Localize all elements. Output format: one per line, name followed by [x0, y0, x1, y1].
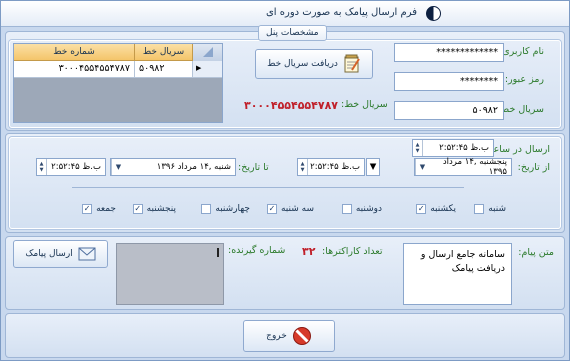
day-label-tuesday: سه شنبه: [280, 204, 314, 214]
envelope-icon: [78, 247, 96, 261]
to-time-spinner[interactable]: ▲ ▼: [37, 159, 47, 175]
send-time-value: ب.ظ ۲:۵۲:۴۵: [439, 143, 489, 153]
day-label-thursday: پنجشنبه: [146, 204, 176, 214]
from-date-dropdown[interactable]: ▼: [415, 159, 429, 175]
to-date-value: شنبه ,۱۴ مرداد ۱۳۹۶: [156, 162, 231, 172]
panel-settings-caption: مشخصات پنل: [258, 25, 327, 41]
serial-label: سریال خط:: [341, 99, 388, 110]
to-time-value: ب.ظ ۲:۵۲:۴۵: [51, 162, 101, 172]
grid-corner: [192, 44, 222, 61]
main-window: فرم ارسال پیامک به صورت دوره ای مشخصات پ…: [0, 0, 570, 361]
from-time-value: ب.ظ ۲:۵۲:۴۵: [310, 162, 360, 172]
grid-header: سریال خط شماره خط: [14, 44, 222, 61]
send-sms-label: ارسال پیامک: [25, 249, 73, 259]
row-line-number-cell[interactable]: ۳۰۰۰۴۵۵۴۵۵۴۷۸۷: [14, 61, 134, 77]
from-time-picker[interactable]: ▲ ▼ ب.ظ ۲:۵۲:۴۵: [297, 158, 365, 176]
checkbox-friday[interactable]: ✓: [82, 204, 93, 214]
to-time-picker[interactable]: ▲ ▼ ب.ظ ۲:۵۲:۴۵: [36, 158, 106, 176]
from-calendar-icon[interactable]: ▼: [366, 158, 380, 176]
from-date-label: از تاریخ:: [517, 162, 550, 173]
message-text-label: متن پیام:: [518, 247, 554, 258]
day-label-friday: جمعه: [96, 204, 116, 214]
char-count-value: ۳۲: [302, 245, 316, 258]
checkbox-tuesday[interactable]: ✓: [266, 204, 277, 214]
window-title: فرم ارسال پیامک به صورت دوره ای: [265, 7, 417, 18]
to-date-label: تا تاریخ:: [238, 162, 269, 173]
day-checkbox-tuesday[interactable]: سه شنبه ✓: [266, 204, 314, 214]
day-checkbox-wednesday[interactable]: چهارشنبه: [201, 204, 250, 214]
password-label: رمز عبور:: [504, 74, 544, 85]
send-time-picker[interactable]: ▲ ▼ ب.ظ ۲:۵۲:۴۵: [412, 139, 494, 157]
from-date-picker[interactable]: ▼ پنجشنبه ,۱۴ مرداد ۱۳۹۵: [414, 157, 512, 177]
get-serial-label: دریافت سریال خط: [267, 59, 338, 69]
checkbox-monday[interactable]: [341, 204, 352, 214]
row-indicator: ▶: [192, 61, 222, 77]
username-field[interactable]: *************: [394, 43, 504, 62]
to-date-dropdown[interactable]: ▼: [111, 159, 125, 175]
checkbox-saturday[interactable]: [474, 204, 485, 214]
checkbox-wednesday[interactable]: [201, 204, 212, 214]
day-label-wednesday: چهارشنبه: [215, 204, 250, 214]
text-cursor-icon: [217, 248, 219, 257]
table-row[interactable]: ▶ ۵۰۹۸۲ ۳۰۰۰۴۵۵۴۵۵۴۷۸۷: [14, 61, 222, 78]
app-icon: [426, 6, 441, 21]
select-all-icon: [202, 47, 213, 57]
day-checkbox-friday[interactable]: جمعه ✓: [82, 204, 116, 214]
day-checkbox-sunday[interactable]: یکشنبه ✓: [416, 204, 456, 214]
recipients-box[interactable]: [116, 243, 224, 305]
get-serial-button[interactable]: دریافت سریال خط: [255, 49, 373, 79]
day-checkbox-saturday[interactable]: شنبه: [474, 204, 506, 214]
no-entry-icon: [292, 327, 311, 345]
row-serial-cell[interactable]: ۵۰۹۸۲: [134, 61, 192, 77]
day-checkbox-monday[interactable]: دوشنبه: [341, 204, 382, 214]
recipients-label: شماره گیرنده:: [228, 245, 286, 256]
lines-grid[interactable]: سریال خط شماره خط ▶ ۵۰۹۸۲ ۳۰۰۰۴۵۵۴۵۵۴۷۸۷: [13, 43, 223, 123]
line-label: سریال خط:: [497, 104, 544, 115]
schedule-divider: [72, 187, 464, 188]
grid-col-line-number[interactable]: شماره خط: [14, 44, 134, 61]
send-sms-button[interactable]: ارسال پیامک: [13, 240, 108, 268]
title-bar: فرم ارسال پیامک به صورت دوره ای: [1, 1, 569, 27]
message-section: متن پیام: سامانه جامع ارسال و دریافت پیا…: [5, 236, 565, 310]
day-checkbox-thursday[interactable]: پنجشنبه ✓: [132, 204, 176, 214]
grid-col-serial[interactable]: سریال خط: [134, 44, 192, 61]
checkbox-thursday[interactable]: ✓: [132, 204, 143, 214]
username-label: نام کاربری:: [499, 46, 544, 57]
exit-button[interactable]: خروج: [243, 320, 335, 352]
exit-label: خروج: [266, 331, 287, 341]
day-label-sunday: یکشنبه: [430, 204, 456, 214]
message-textarea[interactable]: سامانه جامع ارسال و دریافت پیامک: [403, 243, 512, 305]
from-date-value: پنجشنبه ,۱۴ مرداد ۱۳۹۵: [442, 157, 507, 177]
notepad-icon: [344, 54, 360, 73]
serial-value: ۳۰۰۰۴۵۵۴۵۵۴۷۸۷: [244, 99, 338, 112]
line-field[interactable]: ۵۰۹۸۲: [394, 101, 504, 120]
day-label-monday: دوشنبه: [355, 204, 382, 214]
footer-section: خروج: [5, 313, 565, 358]
day-label-saturday: شنبه: [488, 204, 506, 214]
to-date-picker[interactable]: ▼ شنبه ,۱۴ مرداد ۱۳۹۶: [110, 158, 236, 176]
from-time-spinner[interactable]: ▲ ▼: [298, 159, 308, 175]
char-count-label: تعداد کاراکترها:: [322, 246, 383, 257]
checkbox-sunday[interactable]: ✓: [416, 204, 427, 214]
password-field[interactable]: ********: [394, 72, 504, 91]
send-time-spinner[interactable]: ▲ ▼: [413, 140, 423, 156]
schedule-section: ارسال در ساعت: ▲ ▼ ب.ظ ۲:۵۲:۴۵ از تاریخ: …: [5, 133, 565, 233]
